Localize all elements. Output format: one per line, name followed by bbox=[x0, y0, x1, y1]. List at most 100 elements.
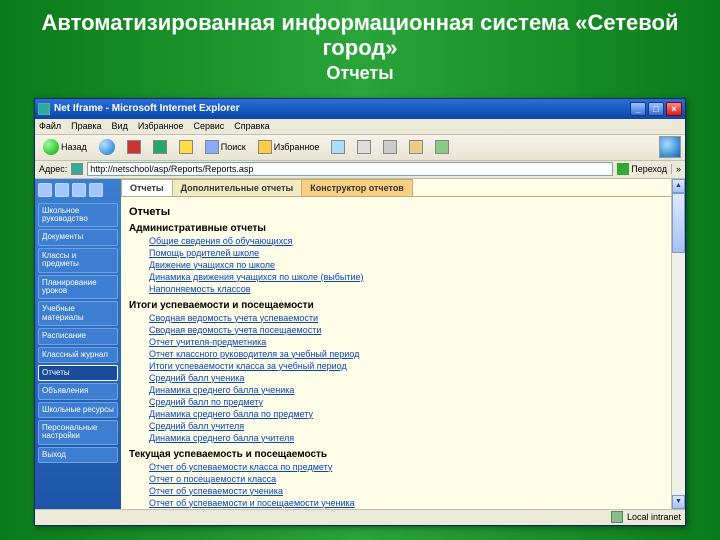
menu-favorites[interactable]: Избранное bbox=[138, 121, 184, 131]
browser-window: Net Iframe - Microsoft Internet Explorer… bbox=[34, 98, 686, 526]
menu-file[interactable]: Файл bbox=[39, 121, 61, 131]
report-link[interactable]: Отчет о посещаемости класса bbox=[129, 473, 663, 485]
tab-constructor[interactable]: Конструктор отчетов bbox=[301, 179, 413, 196]
slide-title: Автоматизированная информационная систем… bbox=[0, 0, 720, 63]
scroll-up-button[interactable]: ▲ bbox=[672, 179, 685, 193]
maximize-button[interactable]: □ bbox=[648, 102, 664, 116]
report-list: Отчеты Административные отчеты Общие све… bbox=[121, 197, 671, 509]
menu-help[interactable]: Справка bbox=[234, 121, 269, 131]
stop-icon bbox=[127, 140, 141, 154]
tab-reports[interactable]: Отчеты bbox=[121, 179, 173, 196]
report-link[interactable]: Сводная ведомость учета успеваемости bbox=[129, 312, 663, 324]
report-link[interactable]: Динамика среднего балла учителя bbox=[129, 432, 663, 444]
report-link[interactable]: Сводная ведомость учета посещаемости bbox=[129, 324, 663, 336]
sidebar-icon-2[interactable] bbox=[55, 183, 69, 197]
menu-edit[interactable]: Правка bbox=[71, 121, 101, 131]
report-link[interactable]: Движение учащихся по школе bbox=[129, 259, 663, 271]
report-link[interactable]: Динамика среднего балла по предмету bbox=[129, 408, 663, 420]
sidebar-icon-4[interactable] bbox=[89, 183, 103, 197]
refresh-icon bbox=[153, 140, 167, 154]
report-link[interactable]: Средний балл по предмету bbox=[129, 396, 663, 408]
forward-button[interactable] bbox=[95, 137, 119, 157]
back-button[interactable]: Назад bbox=[39, 137, 91, 157]
sidebar-icon-3[interactable] bbox=[72, 183, 86, 197]
titlebar: Net Iframe - Microsoft Internet Explorer… bbox=[35, 99, 685, 119]
close-button[interactable]: × bbox=[666, 102, 682, 116]
star-icon bbox=[258, 140, 272, 154]
report-link[interactable]: Наполняемость классов bbox=[129, 283, 663, 295]
sidebar-item-materials[interactable]: Учебные материалы bbox=[38, 301, 118, 326]
sidebar-item-exit[interactable]: Выход bbox=[38, 447, 118, 463]
refresh-button[interactable] bbox=[149, 138, 171, 156]
stop-button[interactable] bbox=[123, 138, 145, 156]
edit-icon bbox=[409, 140, 423, 154]
messenger-icon bbox=[435, 140, 449, 154]
favorites-button[interactable]: Избранное bbox=[254, 138, 324, 156]
page-heading: Отчеты bbox=[129, 206, 663, 218]
sidebar-item-schedule[interactable]: Расписание bbox=[38, 328, 118, 344]
history-button[interactable] bbox=[327, 138, 349, 156]
print-icon bbox=[383, 140, 397, 154]
report-link[interactable]: Отчет об успеваемости ученика bbox=[129, 485, 663, 497]
window-title: Net Iframe - Microsoft Internet Explorer bbox=[54, 103, 240, 114]
home-button[interactable] bbox=[175, 138, 197, 156]
sidebar-item-classes[interactable]: Классы и предметы bbox=[38, 248, 118, 273]
report-link[interactable]: Отчет учителя-предметника bbox=[129, 336, 663, 348]
scroll-thumb[interactable] bbox=[672, 193, 685, 253]
status-bar: Local intranet bbox=[35, 509, 685, 525]
report-link[interactable]: Помощь родителей школе bbox=[129, 247, 663, 259]
search-label: Поиск bbox=[221, 142, 246, 152]
report-link[interactable]: Общие сведения об обучающихся bbox=[129, 235, 663, 247]
sidebar-item-settings[interactable]: Персональные настройки bbox=[38, 420, 118, 445]
scroll-down-button[interactable]: ▼ bbox=[672, 495, 685, 509]
search-icon bbox=[205, 140, 219, 154]
app-icon bbox=[38, 103, 50, 115]
section-admin: Административные отчеты bbox=[129, 223, 663, 234]
zone-icon bbox=[611, 511, 623, 523]
slide-subtitle: Отчеты bbox=[0, 63, 720, 90]
address-input[interactable] bbox=[87, 162, 613, 176]
sidebar-item-documents[interactable]: Документы bbox=[38, 229, 118, 245]
fav-label: Избранное bbox=[274, 142, 320, 152]
search-button[interactable]: Поиск bbox=[201, 138, 250, 156]
print-button[interactable] bbox=[379, 138, 401, 156]
minimize-button[interactable]: _ bbox=[630, 102, 646, 116]
menubar: Файл Правка Вид Избранное Сервис Справка bbox=[35, 119, 685, 135]
ie-logo-icon bbox=[659, 136, 681, 158]
report-link[interactable]: Отчет об успеваемости и посещаемости уче… bbox=[129, 497, 663, 509]
tab-extra-reports[interactable]: Дополнительные отчеты bbox=[172, 179, 303, 196]
report-link[interactable]: Динамика среднего балла ученика bbox=[129, 384, 663, 396]
report-link[interactable]: Средний балл ученика bbox=[129, 372, 663, 384]
go-button[interactable]: Переход bbox=[617, 163, 667, 175]
report-link[interactable]: Итоги успеваемости класса за учебный пер… bbox=[129, 360, 663, 372]
page-icon bbox=[71, 163, 83, 175]
sidebar-item-resources[interactable]: Школьные ресурсы bbox=[38, 402, 118, 418]
sidebar-item-journal[interactable]: Классный журнал bbox=[38, 347, 118, 363]
address-bar: Адрес: Переход » bbox=[35, 161, 685, 179]
mail-button[interactable] bbox=[353, 138, 375, 156]
section-results: Итоги успеваемости и посещаемости bbox=[129, 300, 663, 311]
home-icon bbox=[179, 140, 193, 154]
menu-view[interactable]: Вид bbox=[112, 121, 128, 131]
report-link[interactable]: Отчет классного руководителя за учебный … bbox=[129, 348, 663, 360]
back-label: Назад bbox=[61, 142, 87, 152]
sidebar-item-management[interactable]: Школьное руководство bbox=[38, 203, 118, 228]
sidebar: Школьное руководство Документы Классы и … bbox=[35, 179, 121, 509]
vertical-scrollbar[interactable]: ▲ ▼ bbox=[671, 179, 685, 509]
sidebar-item-announcements[interactable]: Объявления bbox=[38, 383, 118, 399]
report-link[interactable]: Средний балл учителя bbox=[129, 420, 663, 432]
sidebar-icon-1[interactable] bbox=[38, 183, 52, 197]
scroll-track[interactable] bbox=[672, 193, 685, 495]
report-link[interactable]: Динамика движения учащихся по школе (выб… bbox=[129, 271, 663, 283]
go-label: Переход bbox=[631, 164, 667, 174]
edit-button[interactable] bbox=[405, 138, 427, 156]
messenger-button[interactable] bbox=[431, 138, 453, 156]
toolbar: Назад Поиск Избранное bbox=[35, 135, 685, 161]
report-link[interactable]: Отчет об успеваемости класса по предмету bbox=[129, 461, 663, 473]
content-area: Отчеты Дополнительные отчеты Конструктор… bbox=[121, 179, 671, 509]
arrow-left-icon bbox=[43, 139, 59, 155]
menu-tools[interactable]: Сервис bbox=[193, 121, 224, 131]
links-label[interactable]: » bbox=[671, 164, 681, 174]
sidebar-item-planning[interactable]: Планирование уроков bbox=[38, 275, 118, 300]
sidebar-item-reports[interactable]: Отчеты bbox=[38, 365, 118, 381]
